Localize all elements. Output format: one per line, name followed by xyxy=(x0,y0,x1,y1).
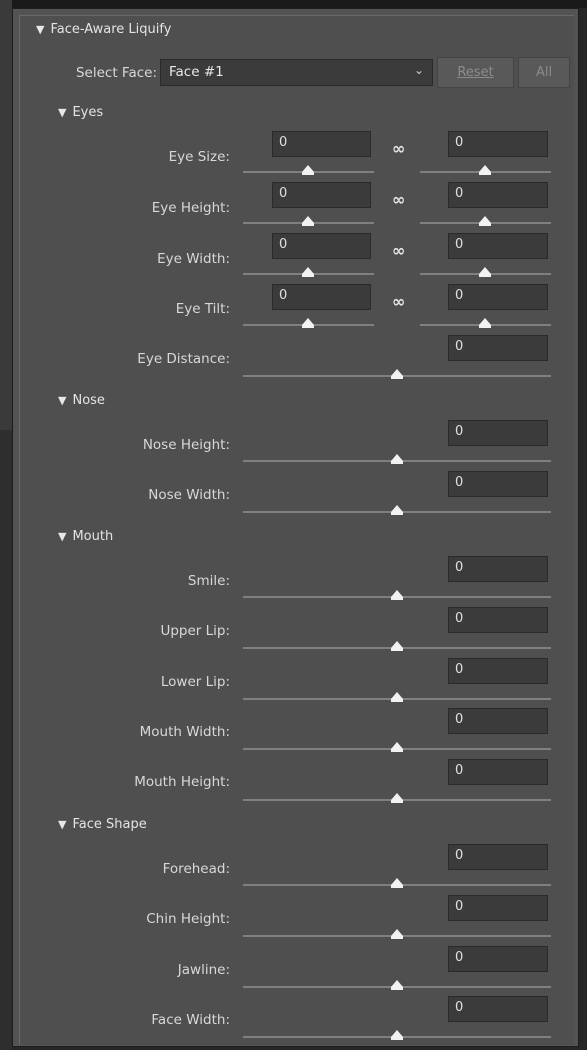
triangle-down-icon: ▼ xyxy=(58,106,67,119)
nose-width-input[interactable]: 0 xyxy=(448,471,548,497)
all-label: All xyxy=(535,65,553,80)
lower-lip-thumb[interactable] xyxy=(391,692,403,702)
reset-button[interactable]: Reset xyxy=(437,57,514,88)
mouth-height-thumb[interactable] xyxy=(391,793,403,803)
forehead-input[interactable]: 0 xyxy=(448,844,548,870)
section-header-face-shape[interactable]: ▼ Face Shape xyxy=(58,817,147,832)
triangle-down-icon: ▼ xyxy=(36,23,45,36)
nose-height-label: Nose Height: xyxy=(142,437,230,453)
upper-lip-input[interactable]: 0 xyxy=(448,607,548,633)
smile-input[interactable]: 0 xyxy=(448,556,548,582)
mouth-height-input[interactable]: 0 xyxy=(448,759,548,785)
jawline-thumb[interactable] xyxy=(391,980,403,990)
nose-width-thumb[interactable] xyxy=(391,505,403,515)
nose-height-thumb[interactable] xyxy=(391,454,403,464)
section-header-face-aware-liquify[interactable]: ▼ Face-Aware Liquify xyxy=(36,22,171,37)
triangle-down-icon: ▼ xyxy=(58,818,67,831)
chain-link-icon[interactable]: ∞ xyxy=(392,241,405,260)
jawline-input[interactable]: 0 xyxy=(448,946,548,972)
chin-height-thumb[interactable] xyxy=(391,929,403,939)
section-header-nose[interactable]: ▼ Nose xyxy=(58,393,105,408)
face-width-thumb[interactable] xyxy=(391,1030,403,1040)
chain-link-icon[interactable]: ∞ xyxy=(392,190,405,209)
nose-title: Nose xyxy=(72,393,105,408)
eye-distance-input[interactable]: 0 xyxy=(448,335,548,361)
eye-width-right-thumb[interactable] xyxy=(479,267,491,277)
eye-width-label: Eye Width: xyxy=(157,251,230,267)
reset-label: Reset xyxy=(457,65,494,80)
smile-thumb[interactable] xyxy=(391,590,403,600)
forehead-label: Forehead: xyxy=(162,861,230,877)
eye-size-right-thumb[interactable] xyxy=(479,165,491,175)
section-header-eyes[interactable]: ▼ Eyes xyxy=(58,105,103,120)
all-button[interactable]: All xyxy=(518,57,570,88)
eye-tilt-right-input[interactable]: 0 xyxy=(448,284,548,310)
background-left xyxy=(0,0,12,1050)
eye-tilt-left-input[interactable]: 0 xyxy=(272,284,371,310)
eye-height-left-thumb[interactable] xyxy=(302,216,314,226)
eye-size-left-thumb[interactable] xyxy=(302,165,314,175)
chin-height-input[interactable]: 0 xyxy=(448,895,548,921)
face-shape-title: Face Shape xyxy=(72,817,147,832)
panel-title: Face-Aware Liquify xyxy=(50,22,172,37)
mouth-width-thumb[interactable] xyxy=(391,742,403,752)
eye-width-left-thumb[interactable] xyxy=(302,267,314,277)
eye-tilt-right-thumb[interactable] xyxy=(479,318,491,328)
eye-size-right-input[interactable]: 0 xyxy=(448,131,548,157)
mouth-width-label: Mouth Width: xyxy=(139,724,230,740)
nose-height-input[interactable]: 0 xyxy=(448,420,548,446)
select-face-value: Face #1 xyxy=(169,64,224,80)
select-face-dropdown[interactable]: Face #1 ⌄ xyxy=(160,59,433,86)
eye-width-right-input[interactable]: 0 xyxy=(448,233,548,259)
chain-link-icon[interactable]: ∞ xyxy=(392,139,405,158)
lower-lip-label: Lower Lip: xyxy=(160,674,230,690)
eye-distance-label: Eye Distance: xyxy=(137,351,230,367)
eye-height-right-input[interactable]: 0 xyxy=(448,182,548,208)
eye-height-right-thumb[interactable] xyxy=(479,216,491,226)
section-header-mouth[interactable]: ▼ Mouth xyxy=(58,529,113,544)
upper-lip-label: Upper Lip: xyxy=(160,623,230,639)
chin-height-label: Chin Height: xyxy=(146,911,230,927)
chain-link-icon[interactable]: ∞ xyxy=(392,292,405,311)
eye-height-left-input[interactable]: 0 xyxy=(272,182,371,208)
mouth-height-label: Mouth Height: xyxy=(134,774,230,790)
eye-tilt-label: Eye Tilt: xyxy=(175,301,230,317)
background-top xyxy=(0,0,587,8)
face-width-label: Face Width: xyxy=(151,1012,230,1028)
eye-size-label: Eye Size: xyxy=(168,149,230,165)
triangle-down-icon: ▼ xyxy=(58,394,67,407)
triangle-down-icon: ▼ xyxy=(58,530,67,543)
nose-width-label: Nose Width: xyxy=(148,487,230,503)
forehead-thumb[interactable] xyxy=(391,878,403,888)
chevron-down-icon: ⌄ xyxy=(413,63,424,77)
eye-size-left-input[interactable]: 0 xyxy=(272,131,371,157)
smile-label: Smile: xyxy=(187,573,230,589)
mouth-width-input[interactable]: 0 xyxy=(448,708,548,734)
select-face-label: Select Face: xyxy=(75,65,157,81)
eye-distance-thumb[interactable] xyxy=(391,369,403,379)
jawline-label: Jawline: xyxy=(177,962,230,978)
face-width-input[interactable]: 0 xyxy=(448,996,548,1022)
upper-lip-thumb[interactable] xyxy=(391,641,403,651)
mouth-title: Mouth xyxy=(72,529,114,544)
eyes-title: Eyes xyxy=(72,105,104,120)
face-aware-liquify-panel xyxy=(12,8,579,1047)
eye-height-label: Eye Height: xyxy=(151,200,230,216)
eye-width-left-input[interactable]: 0 xyxy=(272,233,371,259)
eye-tilt-left-thumb[interactable] xyxy=(302,318,314,328)
lower-lip-input[interactable]: 0 xyxy=(448,658,548,684)
